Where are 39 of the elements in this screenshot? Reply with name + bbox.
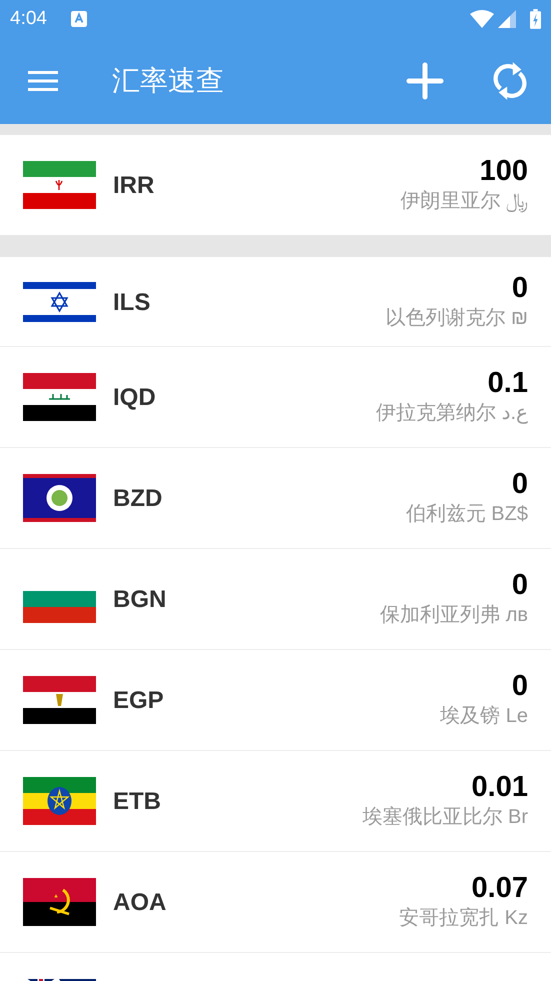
- currency-name: 伊拉克第纳尔 ع.د: [376, 401, 528, 426]
- flag-icon: [23, 777, 96, 825]
- amount-value: 0: [512, 670, 528, 702]
- signal-icon: [498, 10, 516, 28]
- amount-value: 0: [512, 468, 528, 500]
- currency-code: AOA: [113, 889, 166, 917]
- currency-name: 埃及镑 Le: [440, 704, 528, 729]
- flag-icon: [23, 373, 96, 421]
- currency-name: 保加利亚列弗 лв: [380, 603, 528, 628]
- currency-code: IQD: [113, 384, 156, 412]
- amount-value: 0.07: [472, 872, 528, 904]
- menu-icon[interactable]: [28, 70, 58, 92]
- amount-value: 100: [480, 155, 528, 187]
- amount-value: 0: [512, 569, 528, 601]
- clock-time: 4:04: [10, 8, 47, 30]
- currency-code: BGN: [113, 586, 166, 614]
- battery-icon: [530, 9, 541, 29]
- currency-name: 伊朗里亚尔 ﷼: [400, 189, 528, 214]
- app-title: 汇率速查: [112, 64, 224, 98]
- currency-name: 以色列谢克尔 ₪: [385, 306, 528, 330]
- amount-value: 0: [512, 272, 528, 304]
- refresh-icon[interactable]: [493, 60, 527, 102]
- flag-icon: [23, 474, 96, 522]
- currency-name: 安哥拉宽扎 Kz: [399, 906, 528, 931]
- flag-icon: [23, 878, 96, 926]
- flag-icon: [23, 161, 96, 209]
- amount-value: 0.1: [488, 367, 528, 399]
- currency-code: ILS: [113, 288, 150, 316]
- wifi-icon: [470, 10, 494, 28]
- currency-code: BZD: [113, 485, 162, 513]
- flag-icon: [23, 676, 96, 724]
- currency-code: IRR: [113, 172, 154, 200]
- notification-icon: [70, 11, 87, 27]
- amount-value: 0.01: [472, 771, 528, 803]
- currency-code: ETB: [113, 788, 161, 816]
- add-icon[interactable]: [406, 62, 444, 100]
- currency-name: 埃塞俄比亚比尔 Br: [362, 805, 528, 830]
- currency-code: EGP: [113, 687, 164, 715]
- currency-name: 伯利兹元 BZ$: [406, 502, 528, 527]
